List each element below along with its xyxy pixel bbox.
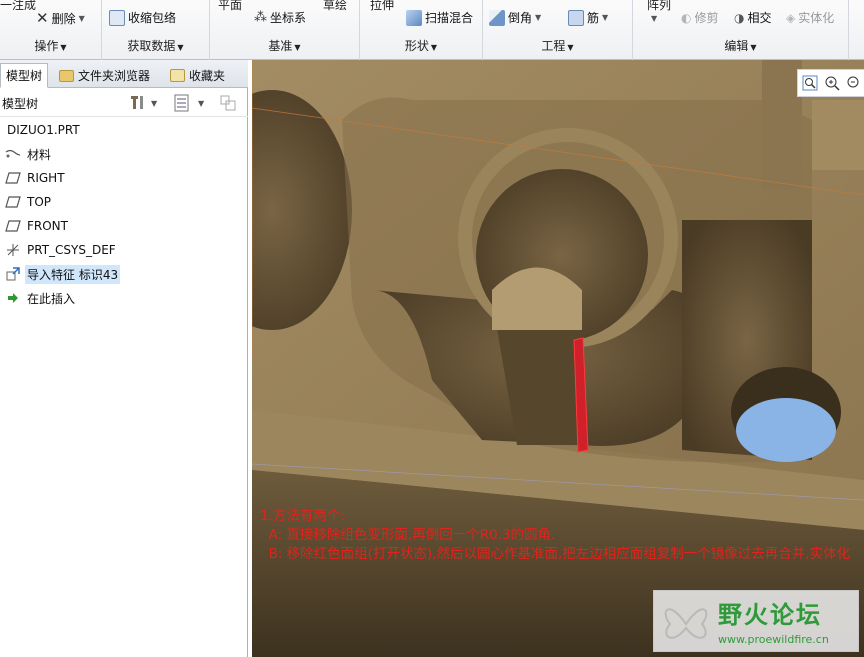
watermark-title: 野火论坛 [718,601,822,629]
insert-here-arrow-icon [5,291,21,305]
view-toolbar [797,69,864,97]
datum-plane-icon [5,219,21,233]
tree-node-material[interactable]: 材料 [0,142,248,166]
group-label[interactable]: 获取数据 ▼ [102,37,209,54]
tree-node-front[interactable]: FRONT [0,214,248,238]
rib-button[interactable]: 筋 ▼ [568,9,608,26]
group-label[interactable]: 形状 ▼ [360,37,482,54]
graphics-viewport[interactable]: 1.方法有两个: A: 直接移除组色变形面,再倒回一个R0.3的圆角. B: 移… [252,60,864,657]
zoom-out-icon[interactable] [846,75,862,91]
watermark-url: www.proewildfire.cn [718,633,829,646]
tree-node-top[interactable]: TOP [0,190,248,214]
trim-icon: ◐ [681,10,692,25]
csys-icon [5,243,21,257]
group-label[interactable]: 基准 ▼ [210,37,359,54]
intersect-icon: ◑ [734,10,745,25]
chevron-down-icon: ▼ [602,13,609,22]
tab-folder-browser[interactable]: 文件夹浏览器 [54,63,155,88]
pattern-dropdown[interactable]: ▼ [651,14,657,23]
model-tree-toolbar: 模型树 ▼ ▼ [0,89,248,117]
ribbon: 一注成 ✕ 删除 ▼ 操作 ▼ 收缩包络 获取数据 ▼ 平面 草绘 ⁂ 坐标系 基准… [0,0,864,60]
swept-blend-icon [406,9,422,26]
tab-model-tree[interactable]: 模型树 [0,63,49,88]
tree-node-part[interactable]: DIZUO1.PRT [0,118,248,142]
solidify-button[interactable]: ◈ 实体化 [786,9,834,26]
datum-plane-icon [5,171,21,185]
group-datum: 平面 草绘 ⁂ 坐标系 基准 ▼ [210,0,360,60]
chevron-down-icon: ▼ [651,14,658,23]
extrude-button-label[interactable]: 拉伸 [370,0,394,13]
group-label[interactable]: 工程 ▼ [483,37,632,54]
chevron-down-icon[interactable]: ▼ [151,99,169,117]
shrinkwrap-icon [109,9,125,26]
rib-icon [568,9,584,26]
folder-icon [59,69,74,82]
settings-tools-icon[interactable] [130,94,148,112]
group-shapes: 拉伸 扫描混合 形状 ▼ [360,0,483,60]
cad-model-render [252,60,864,657]
pattern-button-label[interactable]: 阵列 [647,0,671,13]
zoom-in-icon[interactable] [824,75,840,91]
forum-watermark: 野火论坛 www.proewildfire.cn [653,590,859,652]
model-tree-title: 模型树 [2,97,39,111]
delete-x-icon: ✕ [36,9,49,27]
group-engineering: 倒角 ▼ 筋 ▼ 工程 ▼ [483,0,633,60]
swept-blend-button[interactable]: 扫描混合 [406,9,473,26]
chamfer-button[interactable]: 倒角 ▼ [489,9,541,26]
chevron-down-icon: ▼ [535,13,542,22]
filter-icon[interactable] [219,94,237,112]
tree-node-insert-here[interactable]: 在此插入 [0,286,248,310]
model-tree: DIZUO1.PRT 材料 RIGHT TOP FRONT PRT_CSYS_D… [0,122,248,310]
chevron-down-icon[interactable]: ▼ [198,99,216,117]
plane-button-label[interactable]: 平面 [218,0,242,13]
tree-node-import-feature[interactable]: 导入特征 标识43 [0,262,248,286]
show-list-icon[interactable] [173,94,191,112]
butterfly-logo-icon [664,608,708,639]
datum-plane-icon [5,195,21,209]
import-feature-icon [5,267,21,281]
chamfer-icon [489,9,505,26]
favorites-icon [170,69,185,82]
tab-favorites[interactable]: 收藏夹 [165,63,230,88]
group-label[interactable]: 操作 ▼ [0,37,101,54]
delete-button[interactable]: ✕ 删除 ▼ [36,9,85,27]
group-editing: 阵列 ▼ ◐ 修剪 ◑ 相交 ◈ 实体化 编辑 ▼ [633,0,849,60]
navigator-tabs: 模型树 文件夹浏览器 收藏夹 [0,60,248,88]
trim-button[interactable]: ◐ 修剪 [681,9,719,26]
intersect-button[interactable]: ◑ 相交 [734,9,772,26]
group-label[interactable]: 编辑 ▼ [633,37,848,54]
tree-node-csys[interactable]: PRT_CSYS_DEF [0,238,248,262]
material-icon [5,147,21,161]
ribbon-cut-label: 一注成 [0,0,37,12]
annotation-notes: 1.方法有两个: A: 直接移除组色变形面,再倒回一个R0.3的圆角. B: 移… [260,507,850,564]
group-get-data: 收缩包络 获取数据 ▼ [102,0,210,60]
tree-node-right[interactable]: RIGHT [0,166,248,190]
group-operations: 一注成 ✕ 删除 ▼ 操作 ▼ [0,0,102,60]
note-line-1: 1.方法有两个: [260,508,345,524]
csys-icon: ⁂ [254,10,267,25]
chevron-down-icon: ▼ [78,13,85,23]
note-line-2: A: 直接移除组色变形面,再倒回一个R0.3的圆角. [260,527,556,543]
note-line-3: B: 移除红色面组(打开状态),然后以圆心作基准面,把左边相应面组复制一个镜像过… [260,546,851,562]
refit-icon[interactable] [802,75,818,91]
shrinkwrap-button[interactable]: 收缩包络 [109,9,176,26]
model-tree-panel: 模型树 文件夹浏览器 收藏夹 模型树 ▼ ▼ DIZUO1.PRT 材料 RIG… [0,60,248,657]
sketch-button-label[interactable]: 草绘 [323,0,347,13]
solidify-icon: ◈ [786,10,796,25]
csys-button[interactable]: ⁂ 坐标系 [254,9,306,26]
